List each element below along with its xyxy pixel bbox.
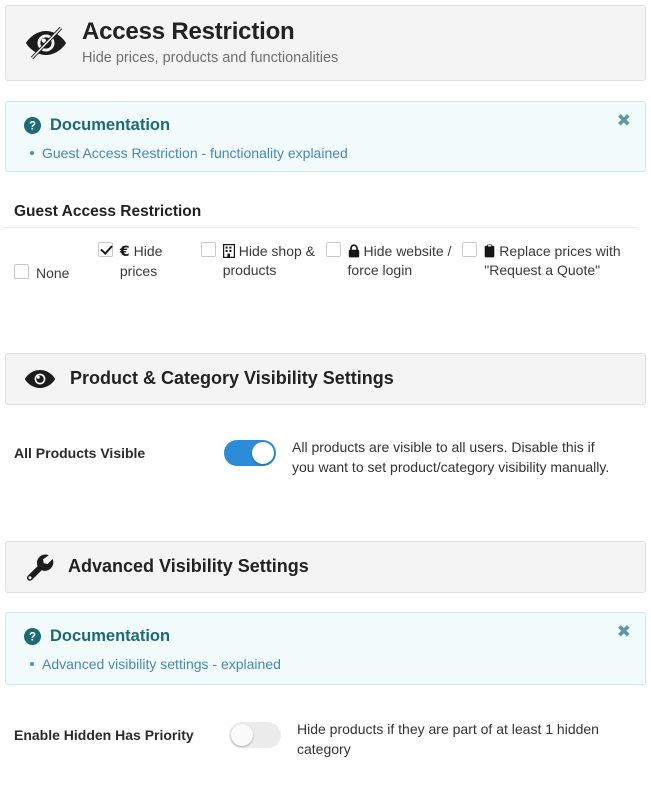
- checkbox-option-hide-shop-products[interactable]: Hide shop & products: [201, 242, 326, 280]
- checkbox-option-replace-prices[interactable]: Replace prices with "Request a Quote": [462, 242, 647, 280]
- svg-text:?: ?: [29, 632, 36, 644]
- checkbox-option-none[interactable]: None: [14, 242, 98, 283]
- question-circle-icon: ?: [24, 628, 41, 645]
- enable-hidden-has-priority-toggle[interactable]: [229, 722, 281, 748]
- enable-hidden-has-priority-row: Enable Hidden Has Priority Hide products…: [14, 720, 644, 760]
- lock-icon: [348, 244, 360, 258]
- question-circle-icon: ?: [24, 117, 41, 134]
- euro-icon: €: [120, 244, 130, 260]
- close-icon[interactable]: ✖: [617, 624, 631, 641]
- checkbox-label: Hide website / force login: [348, 242, 463, 280]
- documentation-link[interactable]: Guest Access Restriction - functionality…: [42, 145, 348, 161]
- list-item: Guest Access Restriction - functionality…: [42, 144, 627, 164]
- checkbox-label-text: Hide shop & products: [223, 243, 315, 278]
- svg-text:?: ?: [29, 121, 36, 133]
- checkbox-label: None: [36, 264, 69, 283]
- section-title: Product & Category Visibility Settings: [70, 368, 394, 390]
- documentation-link-list: Guest Access Restriction - functionality…: [24, 144, 627, 164]
- clipboard-icon: [484, 244, 495, 258]
- documentation-link-list: Advanced visibility settings - explained: [24, 655, 627, 675]
- eye-icon: [24, 368, 56, 390]
- toggle-knob: [231, 724, 253, 746]
- checkbox-label: Replace prices with "Request a Quote": [484, 242, 647, 280]
- page-header-titles: Access Restriction Hide prices, products…: [82, 18, 338, 67]
- page-title: Access Restriction: [82, 18, 338, 46]
- all-products-visible-toggle[interactable]: [224, 440, 276, 466]
- checkbox-label-text: Replace prices with "Request a Quote": [484, 243, 620, 278]
- checkbox-label-text: Hide website / force login: [348, 243, 452, 278]
- setting-label: Enable Hidden Has Priority: [14, 720, 229, 744]
- wrench-icon: [24, 552, 54, 582]
- checkbox-label: €Hide prices: [120, 242, 201, 281]
- checkbox-option-hide-website[interactable]: Hide website / force login: [326, 242, 463, 280]
- access-restriction-page: Access Restriction Hide prices, products…: [0, 0, 651, 788]
- setting-description: All products are visible to all users. D…: [292, 438, 617, 478]
- documentation-box-top: ? Documentation Guest Access Restriction…: [5, 101, 646, 172]
- setting-description: Hide products if they are part of at lea…: [297, 720, 622, 760]
- page-subtitle: Hide prices, products and functionalitie…: [82, 49, 338, 68]
- checkbox-hide-prices[interactable]: [98, 242, 113, 257]
- documentation-header: ? Documentation: [24, 116, 627, 135]
- page-header-panel: Access Restriction Hide prices, products…: [5, 5, 646, 81]
- checkbox-replace-prices[interactable]: [462, 242, 477, 257]
- toggle-knob: [252, 442, 274, 464]
- checkbox-none[interactable]: [14, 264, 29, 279]
- guest-access-restriction-group: Guest Access Restriction None €Hide pric…: [2, 203, 647, 283]
- documentation-box-advanced: ? Documentation Advanced visibility sett…: [5, 612, 646, 685]
- group-title: Guest Access Restriction: [2, 203, 637, 228]
- advanced-visibility-header-panel: Advanced Visibility Settings: [5, 541, 646, 593]
- checkbox-hide-website[interactable]: [326, 242, 341, 257]
- documentation-title: Documentation: [50, 116, 170, 135]
- building-icon: [223, 244, 235, 258]
- eye-slash-icon: [24, 23, 68, 63]
- checkbox-label: Hide shop & products: [223, 242, 326, 280]
- list-item: Advanced visibility settings - explained: [42, 655, 627, 675]
- checkbox-hide-shop-products[interactable]: [201, 242, 216, 257]
- section-title: Advanced Visibility Settings: [68, 556, 309, 578]
- setting-label: All Products Visible: [14, 438, 224, 462]
- guest-access-options-row: None €Hide prices: [2, 228, 647, 283]
- checkbox-option-hide-prices[interactable]: €Hide prices: [98, 242, 201, 281]
- all-products-visible-row: All Products Visible All products are vi…: [14, 438, 644, 478]
- documentation-title: Documentation: [50, 627, 170, 646]
- documentation-link[interactable]: Advanced visibility settings - explained: [42, 656, 281, 672]
- documentation-header: ? Documentation: [24, 627, 627, 646]
- product-visibility-header-panel: Product & Category Visibility Settings: [5, 353, 646, 405]
- close-icon[interactable]: ✖: [617, 113, 631, 130]
